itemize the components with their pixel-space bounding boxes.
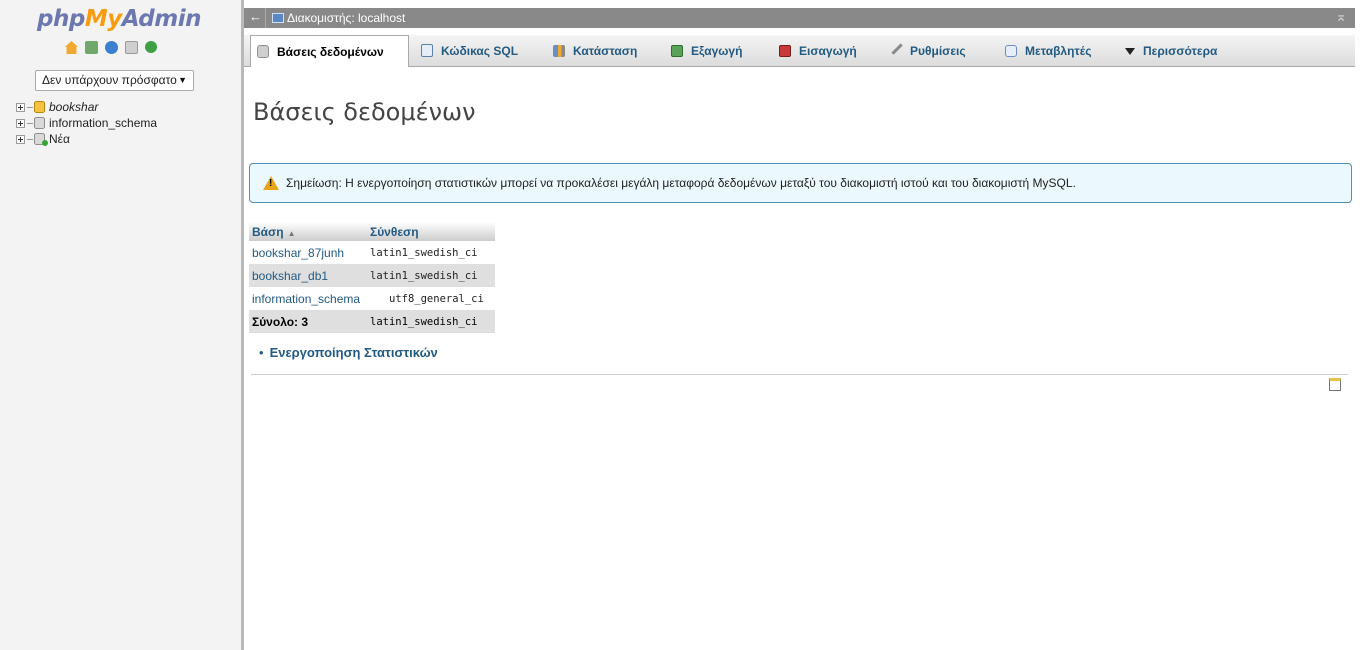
sort-ascending-icon: ▲ — [287, 228, 296, 238]
column-header-collation[interactable]: Σύνθεση — [367, 222, 495, 241]
tree-connector — [27, 106, 33, 108]
table-row[interactable]: bookshar_87junh latin1_swedish_ci — [249, 241, 495, 264]
database-icon — [257, 45, 269, 58]
recent-tables-select[interactable]: Δεν υπάρχουν πρόσφατο ▼ — [35, 70, 194, 91]
tree-item-label[interactable]: Νέα — [49, 132, 70, 146]
collation-cell: latin1_swedish_ci — [367, 264, 495, 287]
expand-icon[interactable] — [16, 102, 25, 112]
databases-table: Βάση ▲ Σύνθεση bookshar_87junh latin1_swe… — [249, 222, 495, 333]
tab-import[interactable]: Εισαγωγή — [773, 35, 863, 66]
sql-icon — [421, 44, 433, 57]
collation-cell: utf8_general_ci — [367, 287, 495, 310]
tree-item-bookshar[interactable]: bookshar — [16, 99, 157, 115]
expand-icon[interactable] — [16, 118, 25, 128]
tree-item-label[interactable]: bookshar — [49, 100, 98, 114]
column-header-database[interactable]: Βάση ▲ — [249, 222, 367, 241]
new-database-icon — [34, 133, 48, 146]
console-icon[interactable] — [1329, 378, 1341, 391]
tab-label: Βάσεις δεδομένων — [277, 44, 384, 59]
database-tree: bookshar information_schema Νέα — [16, 99, 157, 147]
tab-label: Εξαγωγή — [691, 43, 743, 58]
tree-connector — [27, 122, 33, 124]
database-icon — [34, 117, 45, 129]
database-name-link[interactable]: bookshar_87junh — [249, 241, 367, 264]
total-label: Σύνολο: 3 — [249, 310, 367, 333]
warning-icon — [263, 176, 279, 190]
tab-sql[interactable]: Κώδικας SQL — [415, 35, 524, 66]
variables-icon — [1005, 44, 1017, 57]
enable-statistics-link[interactable]: Ενεργοποίηση Στατιστικών — [270, 345, 438, 360]
collation-cell: latin1_swedish_ci — [367, 241, 495, 264]
server-icon — [272, 13, 284, 23]
logout-icon[interactable] — [85, 41, 98, 54]
top-menu-tabs: Βάσεις δεδομένων Κώδικας SQL Κατάσταση Ε… — [244, 35, 1355, 67]
export-icon — [671, 44, 683, 57]
help-icon[interactable] — [105, 41, 118, 54]
chevron-down-icon: ▼ — [178, 75, 187, 85]
tab-label: Περισσότερα — [1143, 43, 1218, 58]
collapse-icon[interactable]: ⌅ — [1335, 8, 1347, 25]
tree-item-new[interactable]: Νέα — [16, 131, 157, 147]
logo-text-php: php — [37, 6, 85, 32]
recent-tables-value: Δεν υπάρχουν πρόσφατο — [42, 73, 177, 87]
status-icon — [553, 44, 565, 57]
tree-item-information-schema[interactable]: information_schema — [16, 115, 157, 131]
tab-label: Εισαγωγή — [799, 43, 857, 58]
reload-icon[interactable] — [145, 41, 157, 53]
bullet-icon: • — [259, 345, 264, 360]
dropdown-arrow-icon — [1125, 48, 1135, 55]
tab-export[interactable]: Εξαγωγή — [665, 35, 748, 66]
database-name-link[interactable]: bookshar_db1 — [249, 264, 367, 287]
server-breadcrumb[interactable]: Διακομιστής: localhost — [287, 11, 405, 25]
tab-settings[interactable]: Ρυθμίσεις — [889, 35, 972, 66]
table-row[interactable]: bookshar_db1 latin1_swedish_ci — [249, 264, 495, 287]
notice-message: Σημείωση: Η ενεργοποίηση στατιστικών μπο… — [249, 163, 1352, 203]
table-total-row: Σύνολο: 3 latin1_swedish_ci — [249, 310, 495, 333]
total-collation: latin1_swedish_ci — [367, 310, 495, 333]
sidebar-resize-handle[interactable] — [241, 0, 244, 650]
documentation-icon[interactable] — [125, 41, 138, 54]
tab-label: Μεταβλητές — [1025, 43, 1092, 58]
table-row[interactable]: information_schema utf8_general_ci — [249, 287, 495, 310]
tab-label: Ρυθμίσεις — [910, 43, 966, 58]
server-breadcrumb-bar: ← Διακομιστής: localhost ⌅ — [244, 8, 1355, 28]
logo-text-admin: Admin — [121, 6, 202, 32]
tree-item-label[interactable]: information_schema — [49, 116, 157, 130]
expand-icon[interactable] — [16, 134, 25, 144]
tab-variables[interactable]: Μεταβλητές — [999, 35, 1097, 66]
tab-more[interactable]: Περισσότερα — [1119, 35, 1223, 66]
notice-text: Σημείωση: Η ενεργοποίηση στατιστικών μπο… — [286, 176, 1076, 190]
import-icon — [779, 44, 791, 57]
tab-status[interactable]: Κατάσταση — [547, 35, 643, 66]
phpmyadmin-logo[interactable]: phpMyAdmin — [37, 6, 201, 32]
navigation-sidebar: phpMyAdmin Δεν υπάρχουν πρόσφατο ▼ books… — [0, 0, 241, 650]
divider — [265, 8, 266, 28]
enable-statistics-item: • Ενεργοποίηση Στατιστικών — [259, 345, 438, 360]
tab-label: Κατάσταση — [573, 43, 638, 58]
logo-text-my: My — [84, 6, 122, 32]
database-group-icon — [34, 101, 45, 113]
tab-label: Κώδικας SQL — [441, 43, 519, 58]
divider — [251, 374, 1348, 375]
page-title: Βάσεις δεδομένων — [253, 98, 476, 126]
back-arrow-icon[interactable]: ← — [249, 9, 262, 24]
quick-links — [65, 41, 157, 54]
home-icon[interactable] — [65, 41, 78, 54]
database-name-link[interactable]: information_schema — [249, 287, 367, 310]
tree-connector — [27, 138, 33, 140]
table-header-row: Βάση ▲ Σύνθεση — [249, 222, 495, 241]
tab-databases[interactable]: Βάσεις δεδομένων — [250, 35, 409, 67]
settings-wrench-icon — [891, 43, 906, 58]
